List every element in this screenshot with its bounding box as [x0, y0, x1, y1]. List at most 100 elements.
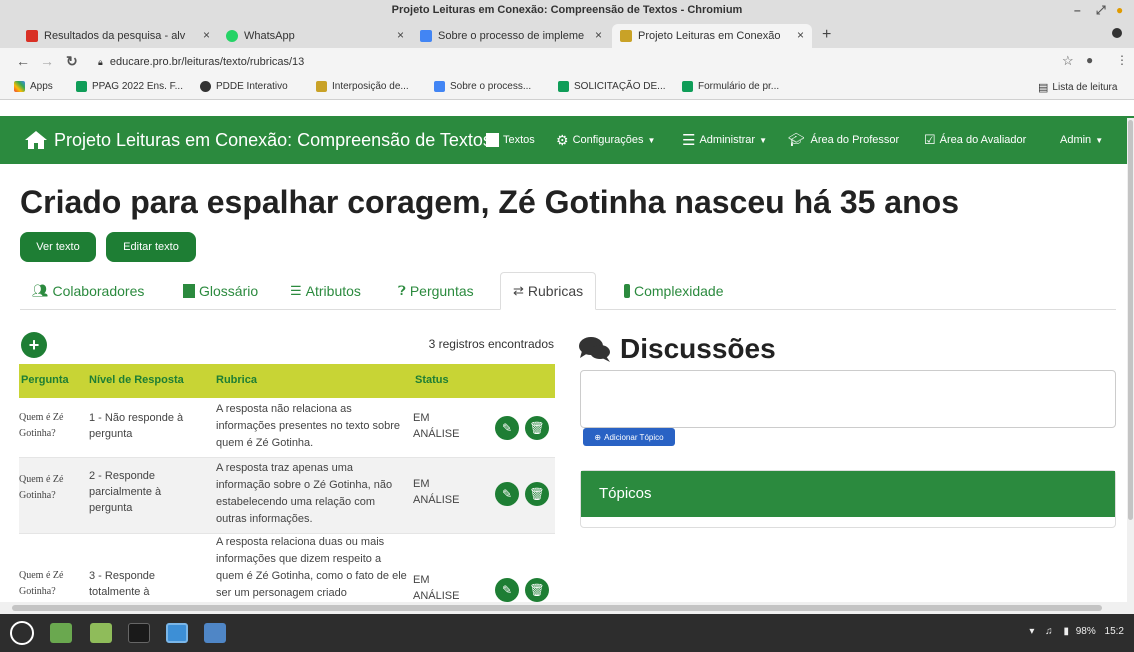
reload-icon[interactable]: ↻ [66, 53, 78, 70]
tab-close-icon[interactable]: × [397, 28, 404, 42]
add-rubric-button[interactable]: + [21, 332, 47, 358]
trash-icon: 🗑︎ [529, 421, 545, 435]
reading-list[interactable]: ▤ Lista de leitura [1038, 81, 1117, 94]
edit-button[interactable]: ✎ [495, 416, 519, 440]
discussions-heading: Discussões [578, 333, 776, 365]
tab-atributos[interactable]: ☰ Atributos [290, 272, 361, 310]
col-status: Status [415, 374, 449, 386]
account-icon[interactable]: ● [1086, 53, 1093, 67]
home-icon [25, 131, 47, 149]
file-manager-icon[interactable] [90, 623, 112, 643]
scroll-thumb[interactable] [1128, 120, 1133, 520]
tab-close-icon[interactable]: × [595, 28, 602, 42]
cell-pergunta: Quem é Zé Gotinha? [19, 474, 64, 501]
forward-icon[interactable]: → [40, 53, 54, 69]
battery-icon [624, 284, 630, 298]
bookmark-apps[interactable]: Apps [14, 81, 53, 92]
cell-nivel: 2 - Responde parcialmente à pergunta [89, 470, 162, 514]
record-count: 3 registros encontrados [428, 337, 554, 351]
discussion-textarea[interactable] [580, 370, 1116, 428]
tab-close-icon[interactable]: × [203, 28, 210, 42]
clock[interactable]: 15:2 [1105, 626, 1124, 637]
cogs-icon: ⚙ [556, 131, 569, 148]
nav-configuracoes-label: Configurações [572, 134, 644, 146]
back-icon[interactable]: ← [16, 53, 30, 69]
terminal-icon[interactable] [128, 623, 150, 643]
gmail-icon [26, 30, 38, 42]
system-tray: ▾ ♫ ▮ 98% 15:2 [1029, 626, 1124, 637]
edit-button[interactable]: ✎ [495, 578, 519, 602]
tab-colaboradores[interactable]: 👥︎ Colaboradores [32, 272, 144, 310]
list-icon: ☰ [290, 283, 302, 298]
url-input[interactable]: 🔒︎ educare.pro.br/leituras/texto/rubrica… [98, 52, 1048, 72]
site-icon [620, 30, 632, 42]
nav-configuracoes[interactable]: ⚙ Configurações ▼ [556, 116, 655, 164]
music-icon[interactable]: ♫ [1045, 626, 1053, 637]
cell-nivel: 3 - Responde totalmente à [89, 570, 156, 598]
cell-rubrica: A resposta não relaciona as informações … [216, 403, 401, 449]
bookmark-interposicao[interactable]: Interposição de... [316, 81, 409, 92]
bookmark-sobre[interactable]: Sobre o process... [434, 81, 531, 92]
mint-menu-icon[interactable] [10, 621, 34, 645]
tab-perguntas[interactable]: ❓︎ Perguntas [398, 272, 474, 310]
add-topic-button[interactable]: ⊕ Adicionar Tópico [583, 428, 675, 446]
delete-button[interactable]: 🗑︎ [525, 416, 549, 440]
menu-icon[interactable]: ⋮ [1116, 53, 1128, 67]
browser-tab-whatsapp[interactable]: WhatsApp × [218, 24, 412, 48]
browser-tab-bar: Resultados da pesquisa - alv × WhatsApp … [0, 20, 1134, 48]
trash-icon: 🗑︎ [529, 487, 545, 501]
tab-glossario[interactable]: Glossário [183, 272, 258, 310]
lock-icon: 🔒︎ [98, 57, 103, 67]
caret-down-icon: ▼ [759, 135, 767, 145]
list-icon: ☰ [682, 132, 696, 149]
add-topic-label: Adicionar Tópico [604, 432, 664, 442]
sheets-icon [682, 81, 693, 92]
tab-close-icon[interactable]: × [797, 28, 804, 42]
show-desktop-icon[interactable] [50, 623, 72, 643]
bookmark-pdde[interactable]: PDDE Interativo [200, 81, 288, 92]
battery-icon[interactable]: ▮ [1063, 626, 1069, 637]
tab-rubricas[interactable]: ⇄ Rubricas [500, 272, 597, 310]
chromium-icon[interactable] [166, 623, 188, 643]
scroll-thumb[interactable] [12, 605, 1102, 611]
nav-textos[interactable]: Textos [486, 116, 535, 164]
vertical-scrollbar[interactable] [1127, 118, 1134, 602]
nav-admin[interactable]: Admin ▼ [1060, 116, 1103, 164]
caret-down-icon: ▼ [647, 135, 656, 145]
wifi-icon[interactable]: ▾ [1029, 626, 1034, 637]
nav-administrar[interactable]: ☰ Administrar ▼ [682, 116, 767, 164]
delete-button[interactable]: 🗑︎ [525, 578, 549, 602]
maximize-icon[interactable]: ⤢ [1096, 0, 1106, 20]
ver-texto-button[interactable]: Ver texto [20, 232, 96, 262]
bookmark-solicitacao[interactable]: SOLICITAÇÃO DE... [558, 81, 666, 92]
tab-label: Sobre o processo de impleme [438, 30, 585, 42]
bookmark-star-icon[interactable]: ☆ [1062, 53, 1074, 69]
browser-tab-active[interactable]: Projeto Leituras em Conexão × [612, 24, 812, 48]
tab-label: Complexidade [634, 283, 724, 299]
edit-button[interactable]: ✎ [495, 482, 519, 506]
battery-percent: 98% [1075, 626, 1096, 637]
page-title: Criado para espalhar coragem, Zé Gotinha… [20, 184, 959, 220]
brand-link[interactable]: Projeto Leituras em Conexão: Compreensão… [24, 116, 492, 164]
nav-textos-label: Textos [503, 134, 535, 146]
bookmark-formulario[interactable]: Formulário de pr... [682, 81, 779, 92]
url-text: educare.pro.br/leituras/texto/rubricas/1… [109, 56, 305, 68]
close-window-icon[interactable]: ● [1116, 0, 1123, 20]
nav-area-professor-label: Área do Professor [810, 134, 900, 146]
new-tab-button[interactable]: + [822, 26, 831, 44]
profile-icon[interactable] [1112, 28, 1122, 38]
table-row: Quem é Zé Gotinha? 1 - Não responde à pe… [19, 398, 555, 458]
nav-area-avaliador[interactable]: ☑ Área do Avaliador [924, 116, 1026, 164]
minimize-icon[interactable]: – [1074, 0, 1081, 20]
delete-button[interactable]: 🗑︎ [525, 482, 549, 506]
tab-label: WhatsApp [244, 30, 295, 42]
browser-tab-gmail[interactable]: Resultados da pesquisa - alv × [18, 24, 218, 48]
browser-tab-docs[interactable]: Sobre o processo de impleme × [412, 24, 610, 48]
col-pergunta: Pergunta [21, 374, 69, 386]
nav-area-professor[interactable]: 🎓︎ Área do Professor [788, 116, 899, 164]
bookmark-ppag[interactable]: PPAG 2022 Ens. F... [76, 81, 183, 92]
horizontal-scrollbar[interactable] [0, 602, 1134, 614]
tab-complexidade[interactable]: Complexidade [624, 272, 724, 310]
camera-app-icon[interactable] [204, 623, 226, 643]
editar-texto-button[interactable]: Editar texto [106, 232, 196, 262]
